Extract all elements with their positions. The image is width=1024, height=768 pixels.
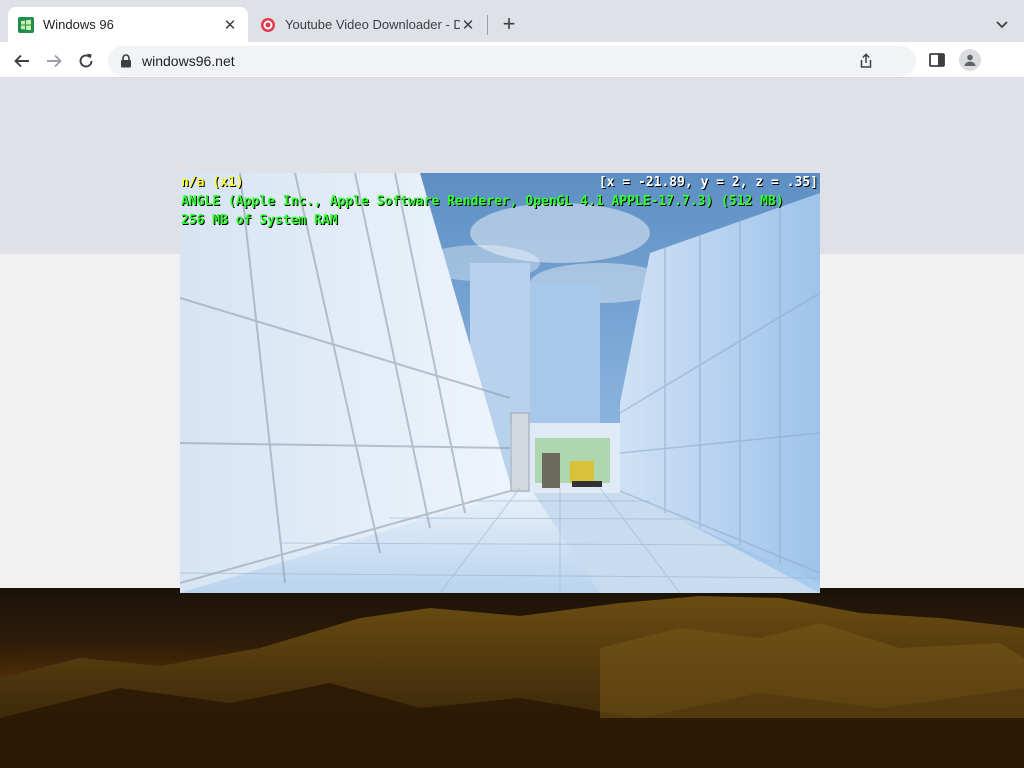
desktop-wallpaper	[0, 588, 1024, 768]
tab-windows96[interactable]: Windows 96 ✕	[8, 7, 248, 42]
back-button[interactable]	[11, 50, 33, 72]
tab-title: Youtube Video Downloader - D	[285, 17, 460, 32]
hud-ram: 256 MB of System RAM	[181, 213, 338, 228]
tab-youtube-downloader[interactable]: Youtube Video Downloader - D ✕	[250, 7, 486, 42]
tab-title: Windows 96	[43, 17, 114, 32]
hud-renderer: ANGLE (Apple Inc., Apple Software Render…	[181, 194, 784, 209]
reload-icon	[79, 53, 93, 68]
game-scene	[180, 173, 820, 593]
tab-separator	[487, 15, 488, 35]
person-icon	[964, 54, 976, 66]
address-bar[interactable]: windows96.net	[108, 46, 916, 76]
lock-icon[interactable]	[120, 54, 132, 68]
url-text[interactable]: windows96.net	[142, 53, 235, 69]
tab-close-icon[interactable]: ✕	[460, 17, 476, 34]
downloader-icon	[261, 17, 275, 32]
hud-fps: n/a (x1)	[181, 175, 244, 190]
tab-close-icon[interactable]: ✕	[222, 17, 238, 34]
reload-button[interactable]	[75, 50, 97, 72]
windows96-icon	[18, 16, 34, 33]
page-content: n/a (x1) [x = -21.89, y = 2, z = .35] AN…	[0, 78, 1024, 768]
share-icon[interactable]	[858, 53, 874, 69]
forward-button[interactable]	[43, 50, 65, 72]
hud-coordinates: [x = -21.89, y = 2, z = .35]	[598, 175, 818, 190]
new-tab-button[interactable]: +	[498, 13, 520, 35]
side-panel-icon[interactable]	[928, 51, 946, 69]
game-viewport[interactable]: n/a (x1) [x = -21.89, y = 2, z = .35] AN…	[180, 173, 820, 593]
tab-search-chevron-icon[interactable]	[992, 14, 1012, 34]
back-arrow-icon	[14, 54, 29, 68]
browser-toolbar: windows96.net	[0, 42, 1024, 78]
tab-strip: Windows 96 ✕ Youtube Video Downloader - …	[0, 0, 1024, 42]
profile-avatar-icon[interactable]	[959, 49, 981, 71]
forward-arrow-icon	[47, 54, 62, 68]
